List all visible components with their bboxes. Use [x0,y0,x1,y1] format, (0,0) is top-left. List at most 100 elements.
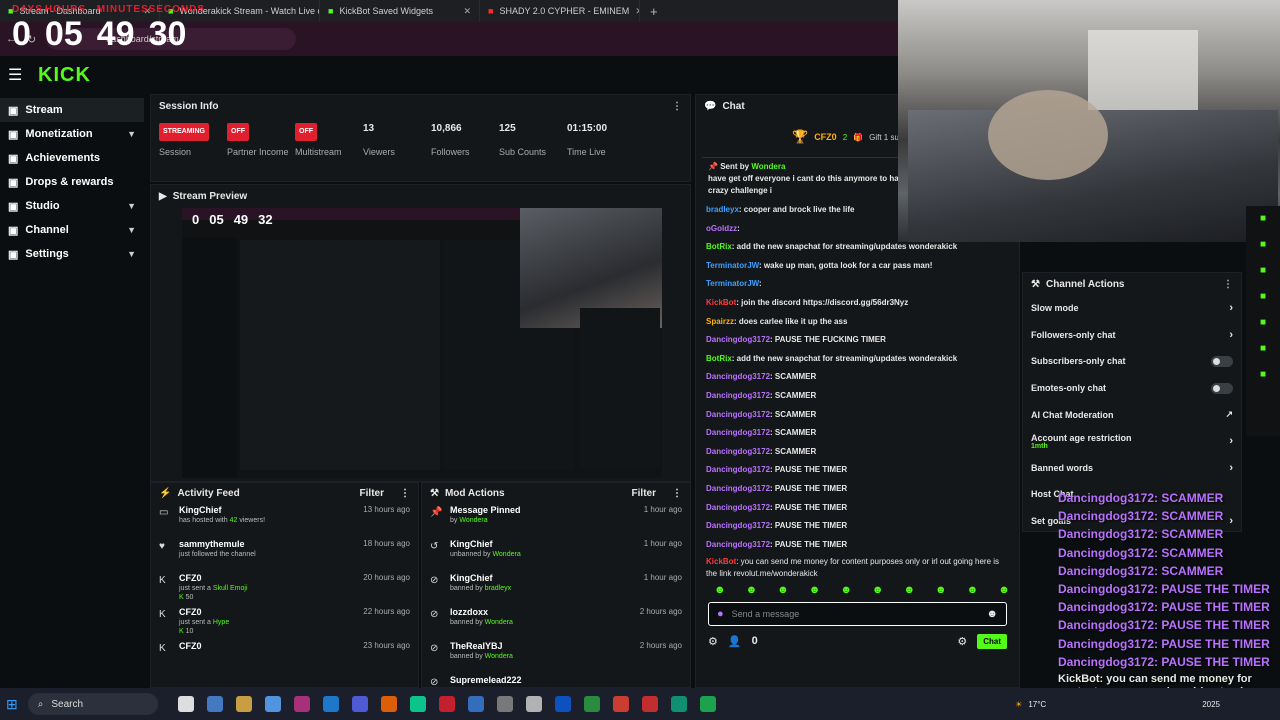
chat-input-box[interactable]: ● Send a message ☻ [708,602,1007,627]
external-link-icon[interactable]: ↗ [1225,409,1233,420]
broadcast-icon[interactable]: ■ [1256,291,1270,305]
chevron-down-icon[interactable]: ▼ [127,129,136,139]
mod-action-title[interactable]: Message Pinned [450,505,521,515]
card-icon[interactable]: ■ [1256,317,1270,331]
taskbar-app-icon[interactable] [235,696,252,712]
more-menu-icon[interactable]: ⋮ [672,101,682,112]
bolt-icon[interactable]: ■ [1256,213,1270,227]
taskbar-app-icon[interactable] [264,696,281,712]
activity-user[interactable]: sammythemule [179,539,256,549]
chat-username[interactable]: BotRix [706,242,732,251]
chat-message[interactable]: TerminatorJW: wake up man, gotta look fo… [696,257,1019,276]
chat-username[interactable]: KickBot [706,298,736,307]
activity-user[interactable]: KingChief [179,505,265,515]
chat-send-button[interactable]: Chat [977,633,1007,649]
mod-action-title[interactable]: lozzdoxx [450,607,513,617]
browser-tab[interactable]: ■SHADY 2.0 CYPHER - EMINEM✕ [480,0,640,22]
page-icon[interactable]: ■ [1256,239,1270,253]
chat-message[interactable]: KickBot: join the discord https://discor… [696,294,1019,313]
browser-tab[interactable]: ■ KickBot Saved Widgets ✕ [320,0,480,22]
activity-item[interactable]: K CFZ0 23 hours ago [151,641,418,673]
activity-user[interactable]: CFZ0 [179,641,202,651]
close-icon[interactable]: ✕ [463,6,471,17]
gear-icon[interactable]: ⚙ [957,635,967,648]
channel-action-subscribers-only-chat[interactable]: Subscribers-only chat [1023,348,1241,375]
status-badge[interactable]: OFF [227,123,249,141]
pinned-user[interactable]: Wondera [751,162,785,171]
more-menu-icon[interactable]: ⋮ [672,488,682,499]
taskbar-app-icon[interactable] [583,696,600,712]
status-badge[interactable]: STREAMING [159,123,209,141]
taskbar-app-icon[interactable] [525,696,542,712]
chat-username[interactable]: BotRix [706,354,732,363]
chat-username[interactable]: bradleyx [706,205,739,214]
sidebar-item-achievements[interactable]: ▣ Achievements [0,146,144,170]
chat-username[interactable]: Dancingdog3172 [706,503,770,512]
chat-message[interactable]: Dancingdog3172: PAUSE THE FUCKING TIMER [696,331,1019,350]
channel-action-banned-words[interactable]: Banned words › [1023,455,1241,482]
emote-icon[interactable]: ☻ [840,584,852,596]
taskbar-search[interactable]: ⌕ Search [27,693,158,715]
chat-message[interactable]: Dancingdog3172: PAUSE THE TIMER [696,499,1019,518]
taskbar-app-icon[interactable] [177,696,194,712]
taskbar-app-icon[interactable] [554,696,571,712]
mod-action-by[interactable]: Wondera [459,517,487,524]
chat-message[interactable]: Dancingdog3172: SCAMMER [696,368,1019,387]
taskbar-app-icon[interactable] [409,696,426,712]
status-badge[interactable]: OFF [295,123,317,141]
chat-username[interactable]: KickBot [706,557,736,566]
toggle-switch[interactable] [1211,355,1233,367]
chevron-right-icon[interactable]: › [1229,329,1233,341]
more-menu-icon[interactable]: ⋮ [1223,279,1233,290]
chevron-down-icon[interactable]: ▼ [127,201,136,211]
emote-icon[interactable]: ☻ [746,584,758,596]
sidebar-item-studio[interactable]: ▣ Studio ▼ [0,194,144,218]
chevron-right-icon[interactable]: › [1229,302,1233,314]
activity-user[interactable]: CFZ0 [179,607,229,617]
chat-message[interactable]: Spairzz: does carlee like it up the ass [696,313,1019,332]
chat-message[interactable]: Dancingdog3172: PAUSE THE TIMER [696,536,1019,555]
activity-item[interactable]: K CFZ0 just sent a Hype K 10 22 hours ago [151,607,418,639]
hamburger-menu-icon[interactable]: ☰ [8,65,32,85]
chat-message[interactable]: Dancingdog3172: SCAMMER [696,387,1019,406]
emoji-icon[interactable]: ☻ [986,608,998,620]
mod-action-item[interactable]: ⊘ TheRealYBJ banned by Wondera 2 hours ago [422,641,690,673]
mod-action-item[interactable]: ⊘ lozzdoxx banned by Wondera 2 hours ago [422,607,690,639]
activity-item[interactable]: ▭ KingChief has hosted with 42 viewers! 13 … [151,505,418,537]
chat-username[interactable]: TerminatorJW [706,261,759,270]
toggle-switch[interactable] [1211,382,1233,394]
chat-message[interactable]: Dancingdog3172: PAUSE THE TIMER [696,480,1019,499]
taskbar-app-icon[interactable] [322,696,339,712]
settings-icon[interactable]: ⚙ [708,635,718,648]
channel-action-ai-chat-moderation[interactable]: AI Chat Moderation ↗ [1023,401,1241,428]
chat-message[interactable]: Dancingdog3172: PAUSE THE TIMER [696,517,1019,536]
new-tab-icon[interactable]: + [640,4,668,19]
chevron-down-icon[interactable]: ▼ [127,225,136,235]
mod-action-item[interactable]: 📌 Message Pinned by Wondera 1 hour ago [422,505,690,537]
emote-icon[interactable]: ☻ [998,584,1010,596]
taskbar-app-icon[interactable] [496,696,513,712]
emote-icon[interactable]: ☻ [714,584,726,596]
chat-username[interactable]: Dancingdog3172 [706,484,770,493]
chat-username[interactable]: Spairzz [706,317,734,326]
mod-action-by[interactable]: Wondera [492,551,520,558]
chat-username[interactable]: Dancingdog3172 [706,540,770,549]
activity-item[interactable]: ♥ sammythemule just followed the channel 18… [151,539,418,571]
emote-icon[interactable]: ☻ [809,584,821,596]
chevron-right-icon[interactable]: › [1229,462,1233,474]
windows-start-icon[interactable]: ⊞ [6,696,18,713]
chat-message[interactable]: BotRix: add the new snapchat for streami… [696,350,1019,369]
taskbar-app-icon[interactable] [351,696,368,712]
sidebar-item-stream[interactable]: ▣ Stream [0,98,144,122]
mod-action-title[interactable]: TheRealYBJ [450,641,513,651]
chat-username[interactable]: Dancingdog3172 [706,447,770,456]
chat-username[interactable]: Dancingdog3172 [706,391,770,400]
emote-icon[interactable]: ☻ [903,584,915,596]
chat-message[interactable]: TerminatorJW: [696,275,1019,294]
taskbar-app-icon[interactable] [467,696,484,712]
emote-icon[interactable]: ☻ [967,584,979,596]
chat-icon[interactable]: ■ [1256,265,1270,279]
taskbar-app-icon[interactable] [293,696,310,712]
mod-action-by[interactable]: Wondera [485,619,513,626]
chat-input[interactable]: Send a message [732,609,800,619]
